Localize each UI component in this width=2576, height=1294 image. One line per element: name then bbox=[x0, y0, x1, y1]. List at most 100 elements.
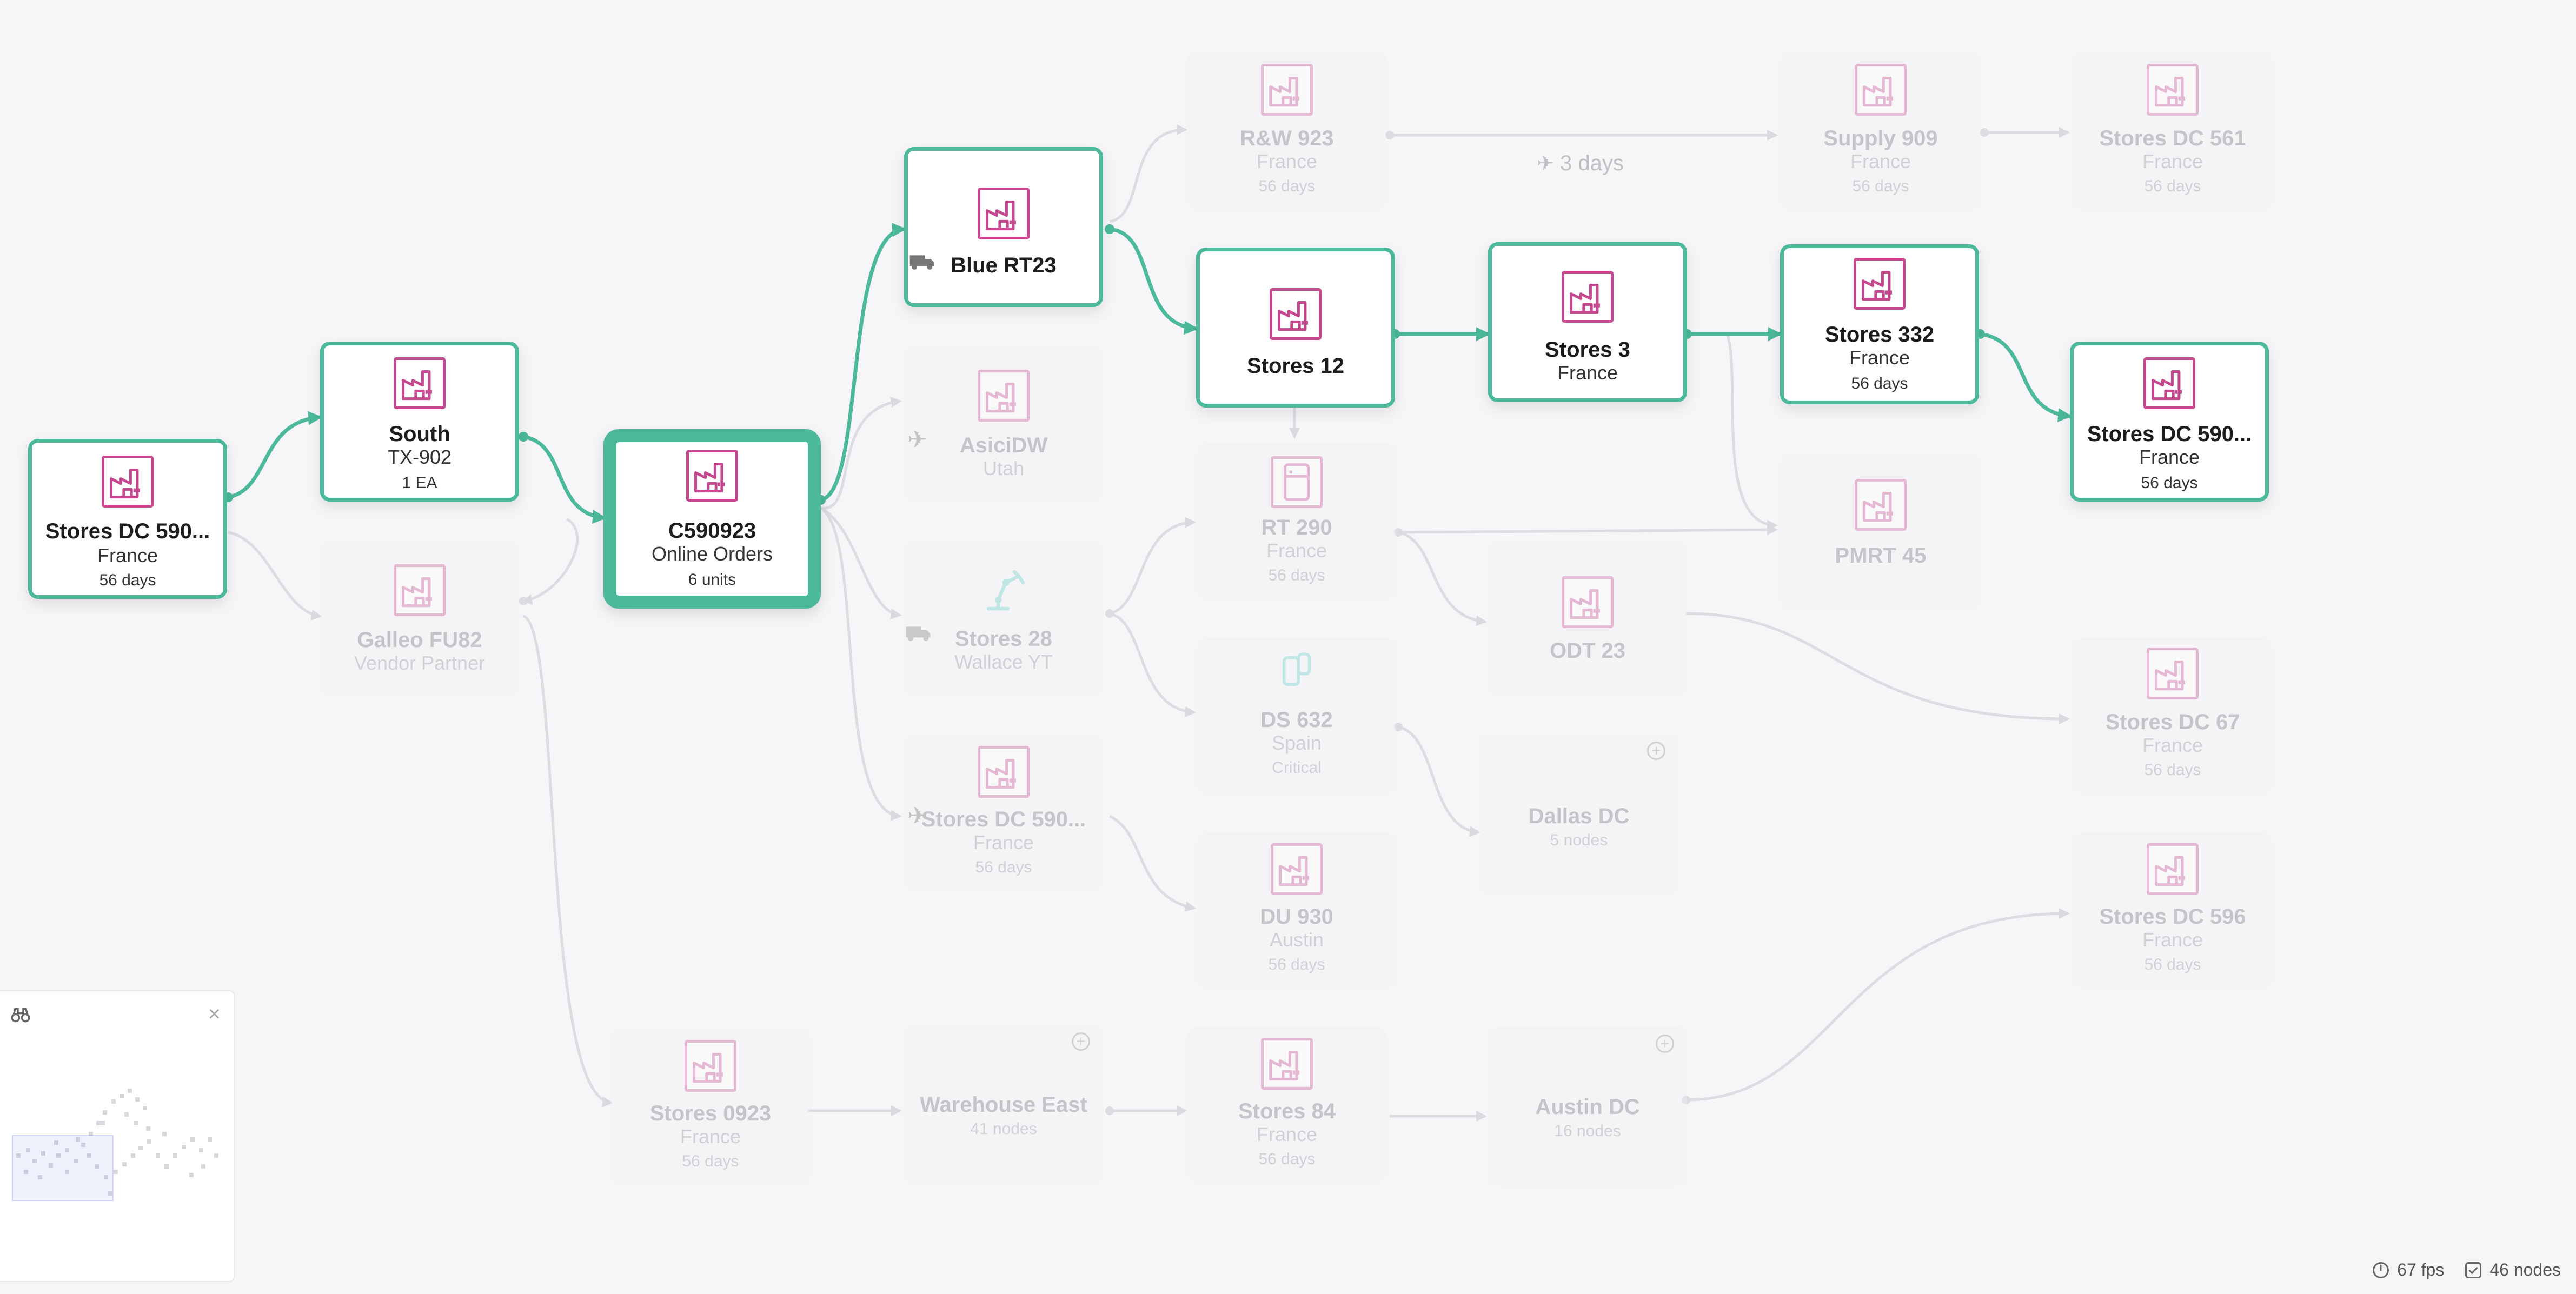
node-stores-332[interactable]: Stores 332 France 56 days bbox=[1780, 244, 1979, 404]
node-stores-0923[interactable]: Stores 0923 France 56 days bbox=[611, 1029, 810, 1183]
minimap-panel[interactable]: × bbox=[0, 990, 235, 1282]
node-title: Warehouse East bbox=[920, 1093, 1087, 1117]
fps-label: 67 fps bbox=[2397, 1260, 2445, 1279]
factory-icon bbox=[686, 450, 738, 502]
nodes-status: 46 nodes bbox=[2464, 1260, 2561, 1280]
node-subtitle: France bbox=[2142, 734, 2203, 756]
node-title: Stores 332 bbox=[1824, 323, 1935, 346]
node-c590923[interactable]: C590923 Online Orders 6 units bbox=[603, 429, 821, 609]
node-subtitle: Wallace YT bbox=[954, 651, 1053, 673]
node-subtitle: 41 nodes bbox=[970, 1120, 1037, 1138]
node-rw-923[interactable]: R&W 923 France 56 days bbox=[1187, 51, 1386, 208]
node-title: DS 632 bbox=[1260, 708, 1333, 732]
node-galleo-fu82[interactable]: Galleo FU82 Vendor Partner bbox=[320, 541, 519, 693]
node-subtitle: France bbox=[680, 1125, 741, 1148]
edge-active bbox=[1980, 332, 2072, 422]
factory-icon bbox=[1562, 576, 1614, 628]
edge-faded bbox=[1109, 124, 1187, 223]
node-stores-dc-590-a[interactable]: Stores DC 590... France 56 days bbox=[28, 439, 227, 599]
factory-icon bbox=[2143, 357, 2195, 409]
gauge-icon bbox=[2373, 1262, 2389, 1278]
node-subtitle: France bbox=[2139, 446, 2200, 468]
node-title: DU 930 bbox=[1260, 905, 1333, 929]
node-title: Stores DC 590... bbox=[45, 519, 210, 543]
node-odt-23[interactable]: ODT 23 bbox=[1488, 541, 1687, 694]
factory-icon bbox=[1854, 258, 1906, 310]
node-detail: 56 days bbox=[1851, 375, 1908, 392]
factory-icon bbox=[2147, 648, 2199, 699]
node-subtitle: Utah bbox=[982, 457, 1025, 479]
node-title: AsiciDW bbox=[959, 433, 1048, 457]
node-subtitle: 5 nodes bbox=[1550, 831, 1608, 849]
factory-icon bbox=[1270, 288, 1322, 340]
nodes-count-label: 46 nodes bbox=[2489, 1260, 2561, 1279]
node-detail: 56 days bbox=[2144, 956, 2201, 973]
expand-plus-icon[interactable]: + bbox=[1072, 1032, 1090, 1051]
factory-icon bbox=[1562, 271, 1614, 323]
node-title: Stores 28 bbox=[954, 627, 1053, 651]
node-subtitle: France bbox=[1557, 362, 1618, 384]
node-group-dallas-dc[interactable]: + Dallas DC 5 nodes bbox=[1479, 734, 1678, 891]
node-stores-3[interactable]: Stores 3 France bbox=[1488, 242, 1687, 402]
node-title: Supply 909 bbox=[1823, 126, 1938, 150]
node-title: ODT 23 bbox=[1549, 639, 1626, 663]
node-subtitle: France bbox=[1850, 150, 1911, 172]
edge-faded bbox=[1685, 908, 2070, 1102]
node-title: Stores DC 596 bbox=[2099, 905, 2246, 929]
node-stores-dc-590-c[interactable]: Stores DC 590... France 56 days bbox=[2070, 342, 2269, 502]
node-stores-28[interactable]: Stores 28 Wallace YT bbox=[904, 541, 1103, 693]
fridge-icon bbox=[1271, 456, 1323, 508]
edge-faded bbox=[1398, 531, 1487, 626]
node-subtitle: Vendor Partner bbox=[354, 652, 486, 674]
node-detail: 56 days bbox=[682, 1152, 739, 1170]
factory-icon bbox=[1271, 843, 1323, 895]
node-pmrt-45[interactable]: PMRT 45 bbox=[1781, 454, 1980, 608]
node-stores-dc-561[interactable]: Stores DC 561 France 56 days bbox=[2073, 51, 2272, 208]
node-supply-909[interactable]: Supply 909 France 56 days bbox=[1781, 51, 1980, 208]
factory-icon bbox=[978, 746, 1030, 798]
node-subtitle: France bbox=[2142, 929, 2203, 951]
node-stores-dc-596[interactable]: Stores DC 596 France 56 days bbox=[2073, 832, 2272, 986]
node-subtitle: France bbox=[2142, 150, 2203, 172]
node-title: Galleo FU82 bbox=[357, 628, 482, 652]
node-subtitle: 16 nodes bbox=[1554, 1122, 1621, 1140]
graph-canvas[interactable]: ✈ 3 days Stores DC 590... France 56 days… bbox=[0, 0, 2576, 1294]
node-stores-84[interactable]: Stores 84 France 56 days bbox=[1187, 1027, 1386, 1180]
expand-plus-icon[interactable]: + bbox=[1656, 1035, 1674, 1053]
node-subtitle: France bbox=[973, 831, 1034, 853]
node-title: Stores DC 67 bbox=[2105, 710, 2240, 734]
node-asicidw[interactable]: ✈ AsiciDW Utah bbox=[904, 346, 1103, 498]
node-blue-rt23[interactable]: Blue RT23 bbox=[904, 147, 1103, 307]
node-stores-12[interactable]: Stores 12 bbox=[1196, 248, 1395, 408]
edge-faded bbox=[1398, 725, 1480, 837]
factory-icon bbox=[1855, 479, 1907, 531]
edge-transit-label: ✈ 3 days bbox=[1537, 151, 1624, 175]
node-rt-290[interactable]: RT 290 France 56 days bbox=[1197, 443, 1396, 597]
node-stores-dc-590-b[interactable]: ✈ Stores DC 590... France 56 days bbox=[904, 735, 1103, 888]
node-south[interactable]: South TX-902 1 EA bbox=[320, 342, 519, 502]
node-detail: 56 days bbox=[1258, 1150, 1316, 1168]
node-title: PMRT 45 bbox=[1835, 544, 1927, 568]
node-detail: 56 days bbox=[1258, 177, 1316, 195]
minimap-viewport[interactable] bbox=[12, 1135, 114, 1201]
status-bar: 67 fps 46 nodes bbox=[2371, 1260, 2561, 1280]
factory-icon bbox=[394, 357, 446, 409]
node-title: Stores DC 590... bbox=[921, 808, 1086, 831]
node-title: South bbox=[389, 422, 450, 446]
expand-plus-icon[interactable]: + bbox=[1647, 742, 1665, 760]
node-du-930[interactable]: DU 930 Austin 56 days bbox=[1197, 832, 1396, 986]
node-title: C590923 bbox=[668, 519, 756, 543]
node-group-warehouse-east[interactable]: + Warehouse East 41 nodes bbox=[904, 1025, 1103, 1182]
node-detail: 56 days bbox=[99, 571, 156, 589]
edge-active bbox=[1109, 227, 1198, 335]
node-ds-632[interactable]: DS 632 Spain Critical bbox=[1197, 638, 1396, 791]
node-subtitle: France bbox=[97, 544, 158, 566]
node-group-austin-dc[interactable]: + Austin DC 16 nodes bbox=[1488, 1027, 1687, 1184]
node-detail: 1 EA bbox=[402, 474, 437, 492]
factory-icon bbox=[394, 564, 446, 616]
factory-icon bbox=[1261, 1038, 1313, 1090]
node-title: Stores 0923 bbox=[649, 1102, 772, 1125]
node-stores-dc-67[interactable]: Stores DC 67 France 56 days bbox=[2073, 638, 2272, 791]
factory-icon bbox=[978, 370, 1030, 422]
node-subtitle: France bbox=[1266, 539, 1327, 562]
